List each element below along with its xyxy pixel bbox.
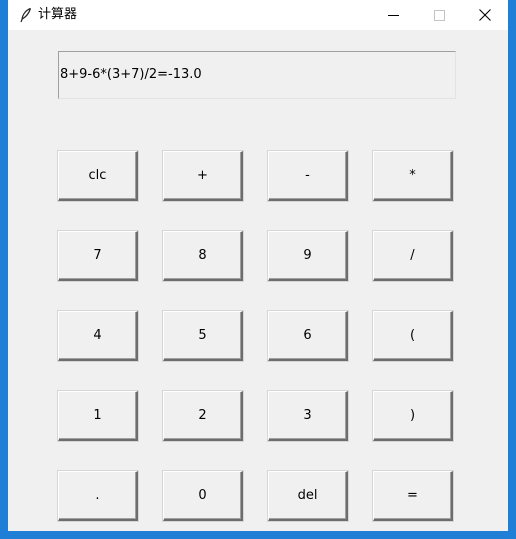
digit-2-button[interactable]: 2 [163,391,243,441]
digit-0-button[interactable]: 0 [163,471,243,521]
close-paren-button[interactable]: ) [373,391,453,441]
window-title: 计算器 [38,7,78,22]
digit-7-button[interactable]: 7 [58,231,138,281]
decimal-point-button[interactable]: . [58,471,138,521]
title-bar[interactable]: 计算器 [8,0,508,30]
digit-6-button[interactable]: 6 [268,311,348,361]
minimize-icon [387,6,399,25]
calculator-body: 8+9-6*(3+7)/2=-13.0 clc + - * 7 8 9 / 4 … [8,30,508,531]
calculator-window: 计算器 8+9-6*(3+7)/2=-13.0 clc + - * 7 8 9 … [0,0,516,539]
divide-button[interactable]: / [373,231,453,281]
result-display[interactable]: 8+9-6*(3+7)/2=-13.0 [58,51,456,99]
minimize-button[interactable] [370,0,416,30]
digit-1-button[interactable]: 1 [58,391,138,441]
minus-button[interactable]: - [268,151,348,201]
digit-5-button[interactable]: 5 [163,311,243,361]
feather-icon [18,7,34,23]
plus-button[interactable]: + [163,151,243,201]
multiply-button[interactable]: * [373,151,453,201]
close-icon [479,6,491,25]
digit-4-button[interactable]: 4 [58,311,138,361]
digit-3-button[interactable]: 3 [268,391,348,441]
open-paren-button[interactable]: ( [373,311,453,361]
maximize-icon [433,6,445,25]
digit-8-button[interactable]: 8 [163,231,243,281]
digit-9-button[interactable]: 9 [268,231,348,281]
delete-button[interactable]: del [268,471,348,521]
maximize-button[interactable] [416,0,462,30]
close-button[interactable] [462,0,508,30]
clear-button[interactable]: clc [58,151,138,201]
equals-button[interactable]: = [373,471,453,521]
